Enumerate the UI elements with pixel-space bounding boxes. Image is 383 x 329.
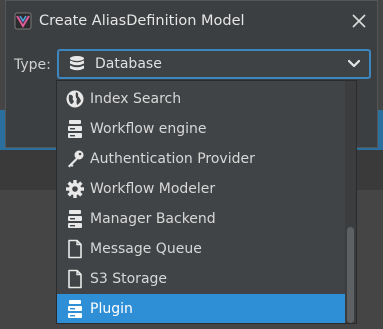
dialog-title: Create AliasDefinition Model — [39, 13, 245, 29]
type-select[interactable]: Database — [57, 49, 371, 79]
app-logo-icon — [14, 12, 32, 30]
gear-icon — [66, 180, 84, 198]
type-dropdown-list[interactable]: Index Search Workflow engine Authenticat… — [56, 80, 357, 324]
list-item-message-queue[interactable]: Message Queue — [57, 234, 346, 264]
chevron-down-icon — [347, 59, 361, 68]
file-icon — [68, 269, 82, 289]
list-item-workflow-engine[interactable]: Workflow engine — [57, 114, 346, 144]
globe-icon — [66, 90, 84, 108]
type-label: Type: — [14, 57, 51, 73]
list-item-label: Authentication Provider — [90, 151, 255, 167]
server-icon — [68, 120, 82, 138]
list-item-label: Manager Backend — [90, 211, 216, 227]
list-item-index-search[interactable]: Index Search — [57, 84, 346, 114]
database-icon — [70, 56, 84, 71]
server-icon — [68, 210, 82, 228]
list-item-s3-storage[interactable]: S3 Storage — [57, 264, 346, 294]
file-icon — [68, 239, 82, 259]
close-icon[interactable] — [349, 11, 369, 31]
scrollbar-thumb[interactable] — [347, 227, 354, 323]
list-item-label: S3 Storage — [90, 271, 168, 287]
list-item-plugin[interactable]: Plugin — [57, 294, 346, 323]
list-item-label: Index Search — [90, 91, 182, 107]
key-icon — [68, 150, 84, 168]
server-icon — [68, 300, 82, 318]
list-item-label: Message Queue — [90, 241, 202, 257]
list-item-authentication-provider[interactable]: Authentication Provider — [57, 144, 346, 174]
list-item-label: Workflow engine — [90, 121, 207, 137]
list-item-label: Workflow Modeler — [90, 181, 216, 197]
type-select-value: Database — [95, 56, 162, 72]
dialog-titlebar: Create AliasDefinition Model — [6, 1, 377, 41]
list-item-label: Plugin — [90, 301, 133, 317]
list-item-workflow-modeler[interactable]: Workflow Modeler — [57, 174, 346, 204]
dropdown-scrollbar[interactable] — [345, 81, 356, 323]
list-item-manager-backend[interactable]: Manager Backend — [57, 204, 346, 234]
